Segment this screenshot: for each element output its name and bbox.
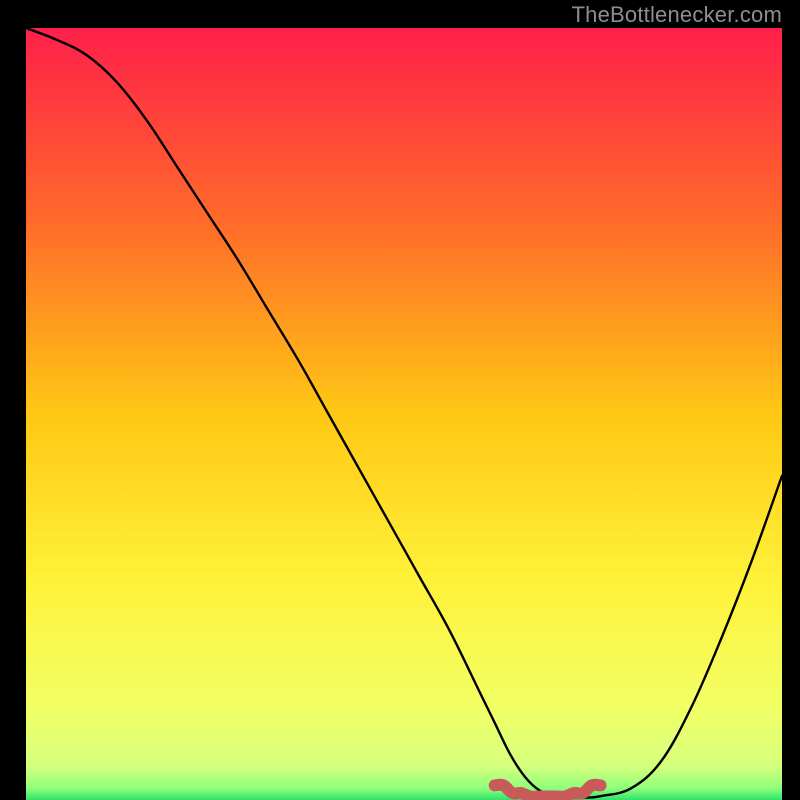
chart-container: TheBottlenecker.com [0,0,800,800]
attribution-text: TheBottlenecker.com [572,2,782,28]
bottleneck-chart [0,0,800,800]
gradient-panel [26,28,782,800]
